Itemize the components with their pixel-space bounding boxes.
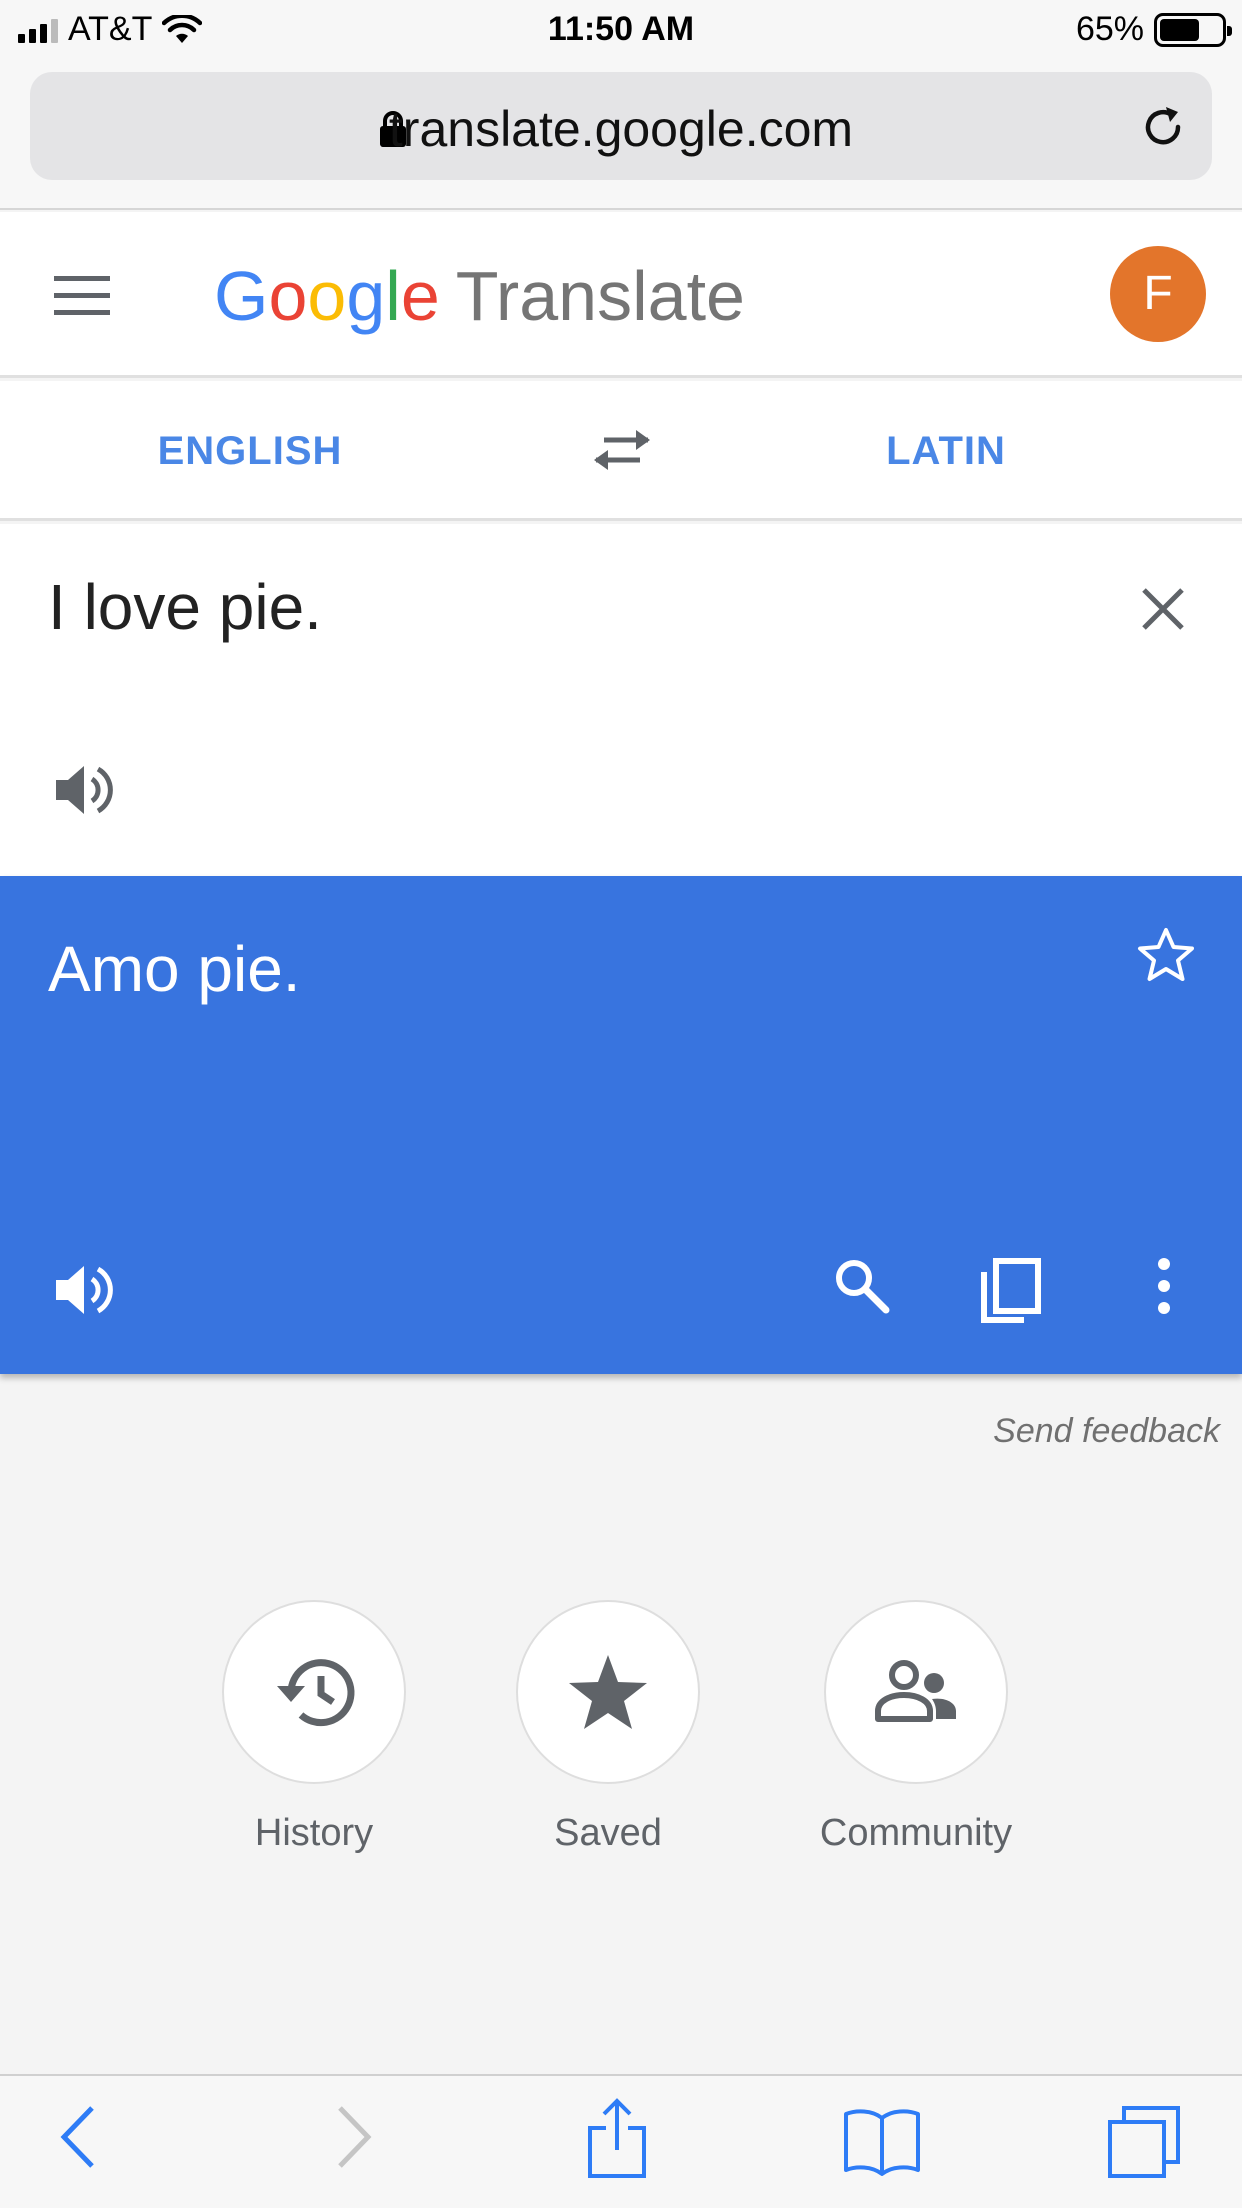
community-label: Community: [819, 1812, 1013, 1854]
translation-text: Amo pie.: [48, 933, 301, 1005]
logo-letter: l: [385, 257, 401, 335]
saved-label: Saved: [554, 1812, 662, 1854]
battery-percent: 65%: [1075, 10, 1144, 48]
copy-icon[interactable]: [978, 1258, 1042, 1326]
reload-icon[interactable]: [1138, 102, 1188, 152]
source-text[interactable]: I love pie.: [48, 570, 322, 644]
community-shortcut[interactable]: Community: [806, 1600, 1026, 1855]
app-name: Translate: [455, 257, 745, 335]
google-translate-logo[interactable]: Google Translate: [214, 256, 745, 336]
logo-letter: G: [214, 257, 269, 335]
community-icon: [875, 1660, 956, 1722]
save-star-icon[interactable]: [1136, 926, 1196, 984]
source-language-button[interactable]: ENGLISH: [0, 429, 500, 474]
back-icon[interactable]: [58, 2104, 98, 2170]
logo-letter: e: [400, 257, 440, 335]
url-text: translate.google.com: [388, 101, 854, 157]
app-header: Google Translate F: [0, 212, 1242, 378]
menu-icon[interactable]: [54, 274, 110, 318]
source-speaker-icon[interactable]: [54, 762, 114, 818]
tabs-icon[interactable]: [1106, 2104, 1182, 2180]
history-shortcut[interactable]: History: [214, 1600, 414, 1855]
saved-shortcut[interactable]: Saved: [508, 1600, 708, 1855]
share-icon[interactable]: [586, 2098, 648, 2178]
account-avatar[interactable]: F: [1110, 246, 1206, 342]
more-options-icon[interactable]: [1152, 1256, 1176, 1316]
translation-card: Amo pie.: [0, 876, 1242, 1374]
battery-fill: [1160, 18, 1199, 41]
bookmarks-icon[interactable]: [842, 2106, 922, 2176]
history-icon: [277, 1659, 355, 1727]
clear-icon[interactable]: [1140, 586, 1186, 632]
star-icon: [569, 1655, 647, 1729]
community-button[interactable]: [824, 1600, 1008, 1784]
translation-speaker-icon[interactable]: [54, 1262, 114, 1318]
status-bar: AT&T 11:50 AM 65%: [0, 0, 1242, 62]
logo-letter: o: [307, 257, 347, 335]
history-label: History: [254, 1812, 374, 1854]
forward-icon[interactable]: [334, 2104, 374, 2170]
swap-languages-icon[interactable]: [592, 428, 652, 472]
address-bar[interactable]: translate.google.com: [30, 72, 1212, 180]
clock: 11:50 AM: [547, 10, 695, 48]
browser-address-area: translate.google.com: [0, 62, 1242, 210]
saved-button[interactable]: [516, 1600, 700, 1784]
status-right: 65%: [1075, 10, 1232, 49]
search-icon[interactable]: [832, 1256, 892, 1316]
logo-letter: o: [268, 257, 308, 335]
send-feedback-link[interactable]: Send feedback: [993, 1412, 1220, 1451]
logo-letter: g: [346, 257, 386, 335]
battery-icon: [1154, 12, 1232, 47]
history-button[interactable]: [222, 1600, 406, 1784]
browser-toolbar: [0, 2074, 1242, 2208]
target-language-button[interactable]: LATIN: [696, 429, 1196, 474]
source-input-area[interactable]: I love pie.: [0, 524, 1242, 876]
